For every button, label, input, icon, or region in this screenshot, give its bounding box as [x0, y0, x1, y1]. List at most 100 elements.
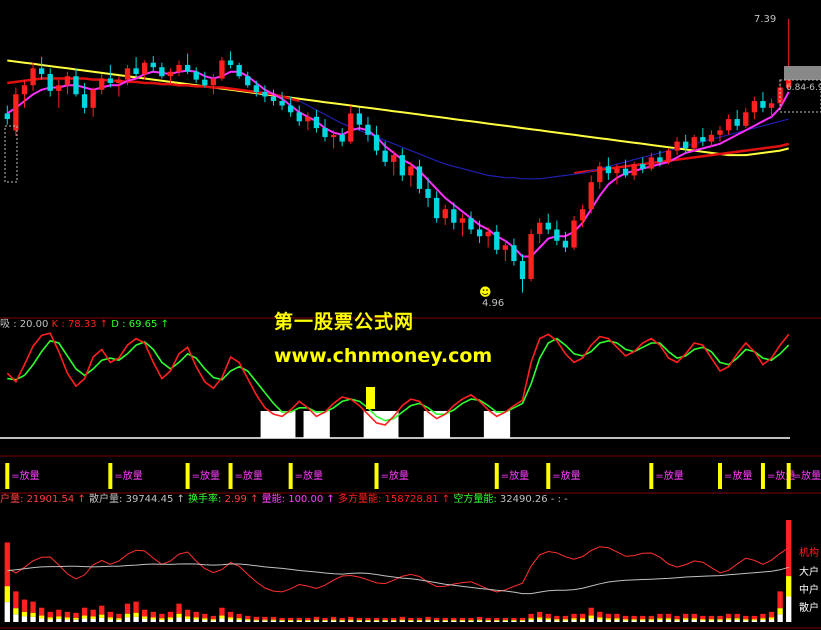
vol-item-1-value: 39744.45 — [126, 494, 174, 505]
volume-bar — [537, 611, 543, 622]
volume-segment-jigou — [339, 617, 345, 621]
volume-segment-jigou — [459, 617, 466, 621]
volume-segment-zhonghu — [348, 620, 354, 622]
vol-item-2-label: 换手率: — [188, 492, 221, 505]
candle-body — [253, 85, 259, 93]
volume-segment-zhonghu — [142, 618, 148, 622]
kdj-d-label: D — [111, 319, 119, 330]
volume-segment-jigou — [614, 613, 620, 619]
volume-segment-jigou — [674, 615, 680, 620]
volume-bar — [657, 613, 663, 622]
candle-body — [451, 209, 457, 223]
vol-item-5-label: 空方量能: — [453, 492, 496, 505]
candle — [571, 215, 577, 250]
volume-segment-jigou — [425, 616, 431, 620]
candle-body — [734, 119, 740, 126]
candle-body — [38, 68, 45, 74]
candle-body — [142, 62, 148, 74]
volume-bar — [588, 607, 594, 622]
volume-segment-jigou — [47, 611, 53, 618]
high-price-label: 7.39 — [754, 14, 776, 25]
price-box-label: 6.84-6.9 — [786, 83, 821, 93]
volume-segment-jigou — [433, 617, 440, 621]
candle-body — [81, 94, 88, 108]
volume-bar — [605, 613, 612, 622]
volume-bar — [631, 615, 637, 622]
candle-body — [391, 155, 397, 162]
volume-segment-dahu — [348, 619, 354, 621]
candle-body — [373, 134, 380, 151]
volume-bar — [708, 615, 715, 622]
volume-segment-dahu — [38, 615, 45, 619]
volume-segment-dahu — [322, 620, 328, 621]
candle-body — [21, 85, 28, 95]
volume-segment-zhonghu — [399, 620, 405, 622]
candle-body — [519, 261, 526, 280]
vol-item-4-value: 158728.81 — [385, 494, 439, 505]
volume-segment-jigou — [356, 617, 363, 621]
volume-segment-jigou — [734, 613, 740, 619]
candle-body — [313, 116, 320, 129]
vol-item-0-value: 21901.54 — [27, 494, 75, 505]
volume-segment-jigou — [579, 613, 586, 619]
volume-segment-jigou — [648, 615, 654, 620]
volume-segment-zhonghu — [150, 619, 156, 622]
volume-segment-dahu — [176, 613, 182, 618]
volume-segment-dahu — [614, 618, 620, 620]
volume-segment-zhonghu — [382, 620, 388, 622]
volume-bar — [700, 615, 706, 622]
volume-segment-jigou — [537, 611, 543, 618]
signal-bar — [5, 463, 10, 489]
volume-segment-zhonghu — [554, 620, 560, 622]
volume-segment-jigou — [159, 613, 165, 619]
kdj-low-zone-block — [432, 411, 442, 438]
volume-segment-dahu — [691, 618, 697, 620]
volume-segment-zhonghu — [433, 620, 440, 622]
volume-bar — [760, 613, 766, 622]
candle-body — [270, 96, 277, 102]
candle-body — [365, 124, 371, 135]
volume-segment-dahu — [734, 618, 740, 620]
volume-segment-zhonghu — [537, 619, 543, 622]
candle-body — [476, 229, 483, 237]
candle-body — [605, 166, 612, 174]
volume-segment-zhonghu — [640, 620, 646, 622]
kdj-prefix-value: 20.00 — [20, 319, 49, 330]
candle-body — [433, 197, 440, 219]
volume-segment-zhonghu — [459, 620, 466, 622]
volume-segment-dahu — [494, 620, 500, 621]
candle-body — [691, 137, 697, 149]
volume-bar — [777, 591, 783, 622]
volume-bar — [373, 617, 380, 622]
volume-segment-zhonghu — [262, 620, 268, 622]
volume-bar — [519, 617, 526, 622]
volume-segment-zhonghu — [391, 620, 397, 622]
volume-bar — [245, 615, 251, 622]
candle-body — [356, 113, 363, 125]
volume-segment-jigou — [502, 617, 508, 621]
volume-segment-jigou — [717, 615, 723, 620]
volume-segment-dahu — [554, 619, 560, 621]
volume-segment-zhonghu — [64, 619, 71, 622]
kdj-low-zone-block — [286, 411, 296, 438]
vol-item-0-label: 户量: — [0, 492, 23, 505]
signal-bar — [546, 463, 551, 489]
volume-segment-zhonghu — [622, 620, 629, 622]
volume-segment-jigou — [99, 605, 105, 615]
volume-segment-dahu — [262, 619, 268, 621]
candle-body — [494, 231, 500, 250]
volume-bar — [167, 611, 174, 622]
candle-body — [193, 71, 199, 80]
volume-bar — [356, 617, 363, 622]
volume-segment-jigou — [184, 609, 191, 617]
volume-segment-jigou — [451, 617, 457, 621]
volume-segment-jigou — [442, 617, 448, 621]
volume-segment-zhonghu — [365, 620, 371, 622]
volume-bar — [90, 609, 96, 622]
signal-label: =放量 — [724, 469, 752, 482]
candle-body — [468, 218, 474, 230]
vol-item-4-label: 多方量能: — [338, 492, 381, 505]
candle-body — [124, 68, 131, 80]
signal-label: =放量 — [11, 469, 39, 482]
volume-segment-dahu — [708, 619, 715, 621]
